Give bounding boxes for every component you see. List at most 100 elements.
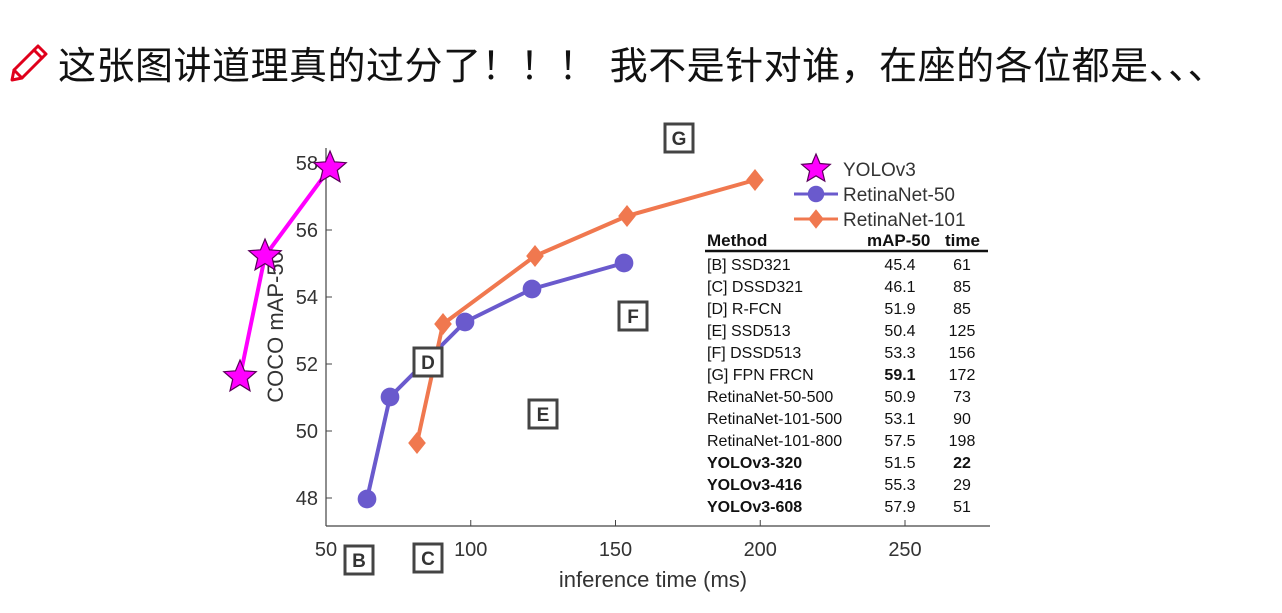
series-point <box>614 253 634 273</box>
x-tick-label: 150 <box>599 539 632 561</box>
table-cell-method: [D] R-FCN <box>707 301 782 318</box>
legend-item-retinanet-50: RetinaNet-50 <box>794 185 955 206</box>
series-point <box>522 279 542 299</box>
y-tick-label: 54 <box>296 287 318 309</box>
table-cell-map: 59.1 <box>884 367 915 384</box>
table-cell-time: 29 <box>953 477 971 494</box>
series-line <box>365 261 625 500</box>
point-label-text: D <box>421 353 435 374</box>
table-cell-method: YOLOv3-416 <box>707 477 802 494</box>
table-cell-method: RetinaNet-101-500 <box>707 411 842 428</box>
table-cell-map: 46.1 <box>884 279 915 296</box>
point-label-text: F <box>627 307 639 328</box>
series-point <box>408 431 426 455</box>
table-cell-method: [E] SSD513 <box>707 323 791 340</box>
table-cell-method: RetinaNet-101-800 <box>707 433 842 450</box>
x-axis-label: inference time (ms) <box>559 567 747 592</box>
series-point <box>222 358 258 393</box>
series-point <box>807 185 825 203</box>
table-row: [F] DSSD513 53.3 156 <box>707 345 975 362</box>
series-point <box>618 204 636 228</box>
point-label-c: C <box>412 542 444 574</box>
table-cell-map: 53.1 <box>884 411 915 428</box>
table-row: RetinaNet-101-500 53.1 90 <box>707 411 971 428</box>
point-label-text: G <box>672 129 687 150</box>
table-header: time <box>945 231 980 250</box>
legend-label: YOLOv3 <box>843 160 916 181</box>
y-tick-label: 56 <box>296 220 318 242</box>
point-labels: B C D E F G <box>343 122 695 576</box>
table-row: [B] SSD321 45.4 61 <box>707 257 971 274</box>
table-cell-time: 172 <box>949 367 976 384</box>
table-row: [C] DSSD321 46.1 85 <box>707 279 971 296</box>
point-label-g: G <box>663 122 695 154</box>
y-axis-label: COCO mAP-50 <box>263 251 288 403</box>
point-label-d: D <box>412 346 444 378</box>
point-label-f: F <box>617 300 649 332</box>
table-cell-time: 198 <box>949 433 976 450</box>
table-header: mAP-50 <box>867 231 930 250</box>
table-cell-map: 50.9 <box>884 389 915 406</box>
series-point <box>526 244 544 268</box>
series-point <box>800 152 832 183</box>
series-point <box>746 168 764 192</box>
table-cell-method: YOLOv3-608 <box>707 499 802 516</box>
table-cell-method: [F] DSSD513 <box>707 345 801 362</box>
point-label-text: E <box>537 405 550 426</box>
series-point <box>312 149 348 184</box>
table-cell-method: [B] SSD321 <box>707 257 791 274</box>
x-tick-label: 100 <box>454 539 487 561</box>
table-cell-map: 57.5 <box>884 433 915 450</box>
x-tick-label: 200 <box>744 539 777 561</box>
series-point <box>455 312 475 332</box>
table-cell-method: [C] DSSD321 <box>707 279 803 296</box>
point-label-text: C <box>421 549 435 570</box>
table-cell-method: [G] FPN FRCN <box>707 367 814 384</box>
table-cell-time: 125 <box>949 323 976 340</box>
table-cell-time: 22 <box>953 455 971 472</box>
legend-label: RetinaNet-50 <box>843 185 955 206</box>
series-point <box>434 312 452 336</box>
table-cell-map: 51.5 <box>884 455 915 472</box>
table-row: RetinaNet-101-800 57.5 198 <box>707 433 975 450</box>
y-tick-label: 52 <box>296 354 318 376</box>
series-point <box>380 387 400 407</box>
table-row: RetinaNet-50-500 50.9 73 <box>707 389 971 406</box>
table-row: [D] R-FCN 51.9 85 <box>707 301 971 318</box>
chart: 50 100 150 200 250485052545658inference time… <box>222 122 990 592</box>
legend-item-retinanet-101: RetinaNet-101 <box>794 209 966 231</box>
results-table: Method mAP-50 time [B] SSD321 45.4 61 [C] DSSD… <box>705 231 988 516</box>
table-cell-time: 156 <box>949 345 976 362</box>
table-cell-method: RetinaNet-50-500 <box>707 389 833 406</box>
table-cell-time: 90 <box>953 411 971 428</box>
table-cell-time: 85 <box>953 301 971 318</box>
table-cell-map: 57.9 <box>884 499 915 516</box>
table-header: Method <box>707 231 767 250</box>
table-row: YOLOv3-320 51.5 22 <box>707 455 971 472</box>
table-cell-method: YOLOv3-320 <box>707 455 802 472</box>
table-cell-time: 73 <box>953 389 971 406</box>
table-row: YOLOv3-608 57.9 51 <box>707 499 971 516</box>
legend: YOLOv3 RetinaNet-50 RetinaNet-101 <box>794 152 966 231</box>
legend-item-yolov3: YOLOv3 <box>800 152 916 183</box>
table-row: [E] SSD513 50.4 125 <box>707 323 975 340</box>
table-cell-map: 51.9 <box>884 301 915 318</box>
series-point <box>357 489 377 509</box>
legend-label: RetinaNet-101 <box>843 210 966 231</box>
point-label-e: E <box>527 398 559 430</box>
x-tick-label: 250 <box>888 539 921 561</box>
point-label-text: B <box>352 551 366 572</box>
point-label-b: B <box>343 544 375 576</box>
series-point <box>808 209 824 229</box>
table-cell-map: 55.3 <box>884 477 915 494</box>
table-cell-map: 53.3 <box>884 345 915 362</box>
series-retinanet-50 <box>357 253 634 509</box>
table-row: [G] FPN FRCN 59.1 172 <box>707 367 975 384</box>
table-cell-map: 50.4 <box>884 323 915 340</box>
series-line <box>415 178 756 444</box>
series-layer <box>222 149 764 509</box>
x-tick-label: 50 <box>315 539 337 561</box>
y-tick-label: 48 <box>296 488 318 510</box>
table-row: YOLOv3-416 55.3 29 <box>707 477 971 494</box>
table-cell-time: 51 <box>953 499 971 516</box>
